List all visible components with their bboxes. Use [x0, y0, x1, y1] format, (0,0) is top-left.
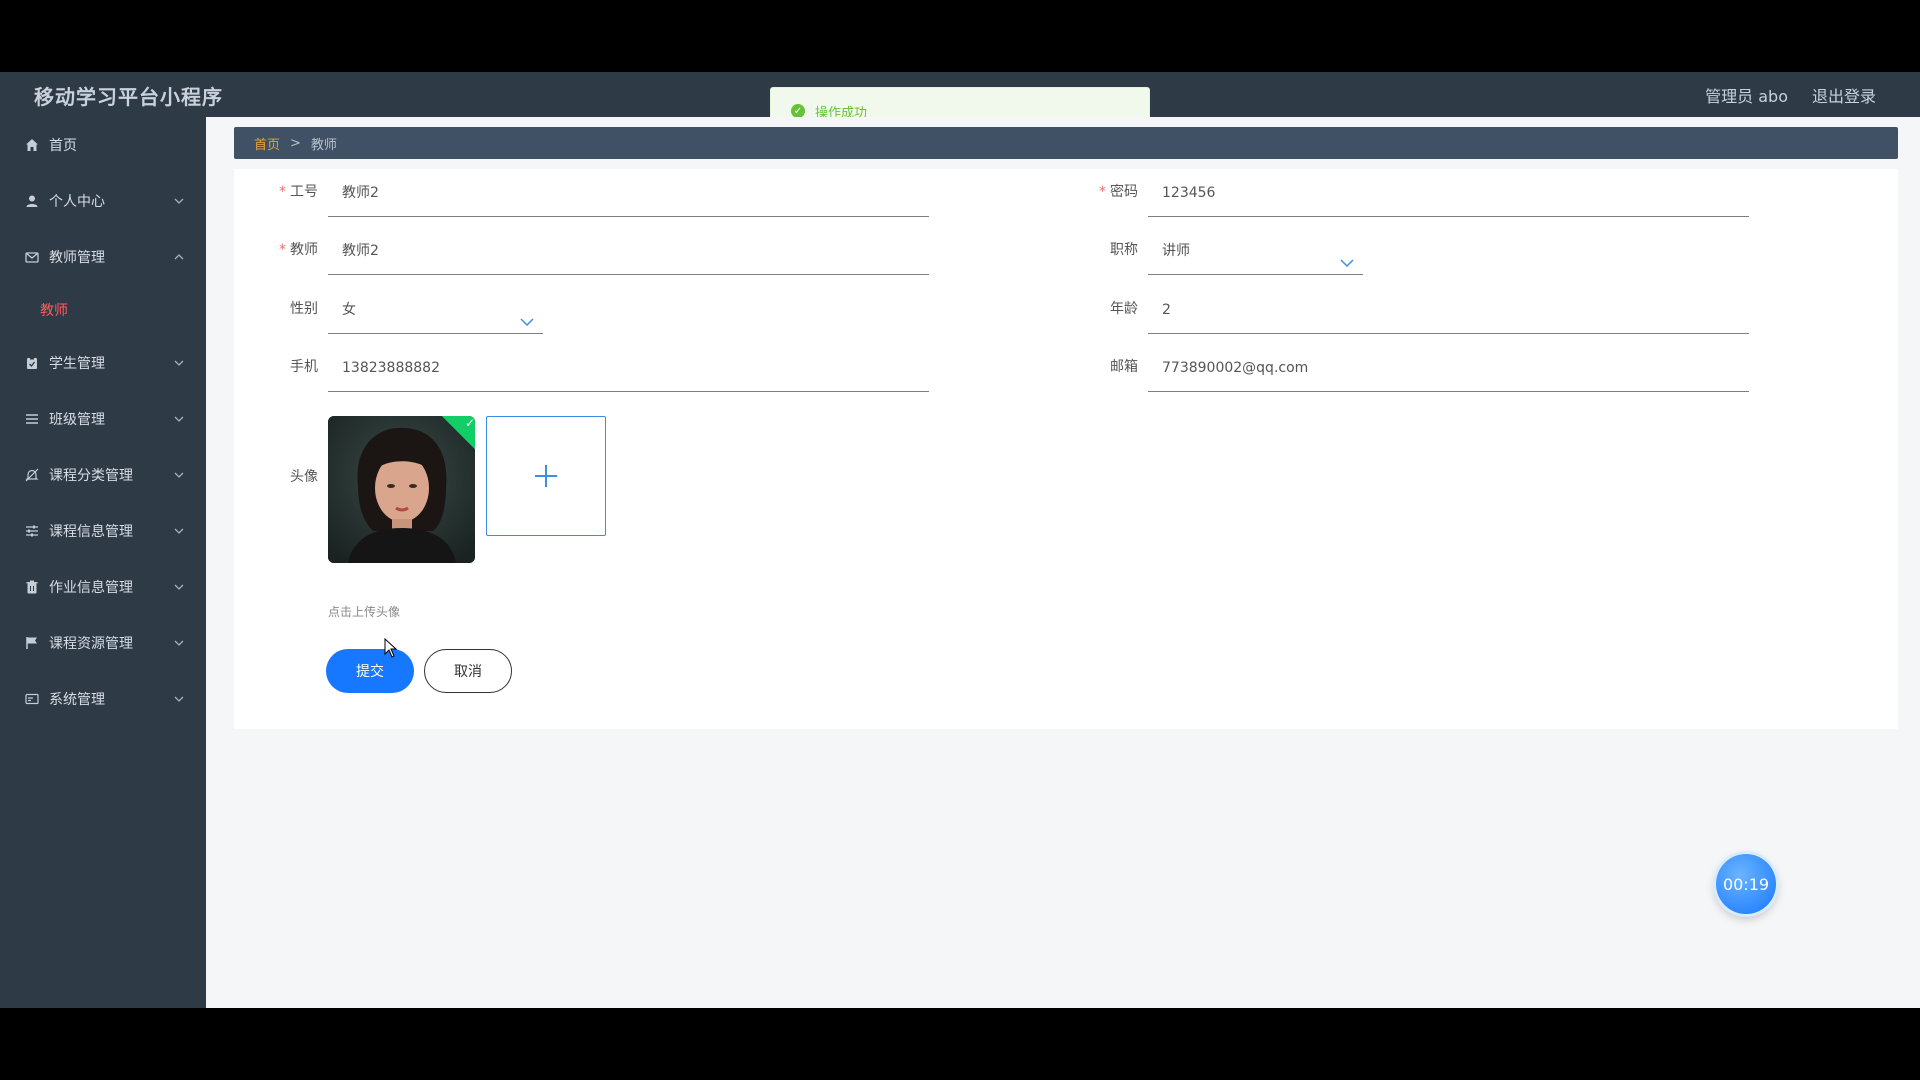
submit-button[interactable]: 提交 — [326, 649, 414, 693]
avatar-upload-hint: 点击上传头像 — [328, 605, 401, 619]
bell-icon — [24, 467, 40, 483]
phone-label: 手机 — [290, 359, 318, 375]
chevron-down-icon — [174, 635, 184, 649]
teacher-name-input[interactable]: 教师2 — [328, 227, 929, 275]
sidebar-item-label: 学生管理 — [49, 356, 105, 372]
user-icon — [24, 193, 40, 209]
phone-input[interactable]: 13823888882 — [328, 344, 929, 392]
gender-field: 性别 女 — [234, 286, 974, 334]
logout-link[interactable]: 退出登录 — [1812, 83, 1876, 107]
flag-icon — [24, 635, 40, 651]
chevron-down-icon — [174, 691, 184, 705]
sidebar-item-course-resource-management[interactable]: 课程资源管理 — [0, 615, 206, 671]
sidebar-item-label: 个人中心 — [49, 194, 105, 210]
breadcrumb-home[interactable]: 首页 — [254, 134, 280, 153]
chevron-down-icon — [174, 355, 184, 369]
sidebar-item-teacher-management[interactable]: 教师管理 — [0, 229, 206, 285]
employee-id-field: * 工号 教师2 — [234, 169, 974, 217]
chevron-down-icon — [519, 302, 535, 327]
chevron-down-icon — [1339, 243, 1355, 268]
avatar-label: 头像 — [290, 469, 318, 485]
sidebar-item-label: 教师管理 — [49, 250, 105, 266]
trash-icon — [24, 579, 40, 595]
chevron-down-icon — [174, 467, 184, 481]
sidebar-item-student-management[interactable]: 学生管理 — [0, 335, 206, 391]
plus-icon — [535, 465, 557, 487]
sidebar-item-label: 班级管理 — [49, 412, 105, 428]
title-select-value: 讲师 — [1162, 243, 1190, 259]
password-input[interactable]: 123456 — [1148, 169, 1749, 217]
check-icon: ✓ — [464, 416, 475, 431]
email-input[interactable]: 773890002@qq.com — [1148, 344, 1749, 392]
age-input[interactable]: 2 — [1148, 286, 1749, 334]
chevron-up-icon — [174, 249, 184, 263]
breadcrumb-current: 教师 — [310, 137, 337, 153]
recording-timer: 00:19 — [1716, 854, 1776, 914]
sidebar-item-course-info-management[interactable]: 课程信息管理 — [0, 503, 206, 559]
gender-label: 性别 — [290, 301, 318, 317]
user-menu: 管理员 abo 退出登录 — [1705, 83, 1876, 107]
app-window: 移动学习平台小程序 管理员 abo 退出登录 ✓ 操作成功 首页 个人中心 教师… — [0, 72, 1920, 1008]
teacher-name-label: * 教师 — [279, 242, 318, 258]
breadcrumb-separator: > — [290, 135, 301, 151]
sidebar-item-label: 课程分类管理 — [49, 468, 133, 484]
sidebar: 首页 个人中心 教师管理 教师 学生管理 班级管理 课程分类管理 课程信息管理 … — [0, 117, 206, 1008]
title-select[interactable]: 讲师 — [1148, 227, 1363, 275]
home-icon — [24, 137, 40, 153]
title-field: 职称 讲师 — [1054, 227, 1794, 275]
sidebar-item-system-management[interactable]: 系统管理 — [0, 671, 206, 727]
list-icon — [24, 411, 40, 427]
email-field: 邮箱 773890002@qq.com — [1054, 344, 1794, 392]
password-field: * 密码 123456 — [1054, 169, 1794, 217]
chevron-down-icon — [174, 193, 184, 207]
app-title: 移动学习平台小程序 — [34, 85, 223, 109]
cancel-button[interactable]: 取消 — [424, 649, 512, 693]
sidebar-item-homework-management[interactable]: 作业信息管理 — [0, 559, 206, 615]
user-label[interactable]: 管理员 abo — [1705, 83, 1788, 107]
teacher-name-field: * 教师 教师2 — [234, 227, 974, 275]
teacher-form: * 工号 教师2 * 密码 123456 * 教师 教师2 职称 讲师 性别 女… — [234, 169, 1898, 729]
chevron-down-icon — [174, 579, 184, 593]
sidebar-item-label: 系统管理 — [49, 692, 105, 708]
gender-select[interactable]: 女 — [328, 286, 543, 334]
add-avatar-button[interactable] — [486, 416, 606, 536]
clipboard-icon — [24, 355, 40, 371]
gender-select-value: 女 — [342, 302, 356, 318]
sidebar-item-label: 课程资源管理 — [49, 636, 133, 652]
email-label: 邮箱 — [1110, 359, 1138, 375]
phone-field: 手机 13823888882 — [234, 344, 974, 392]
avatar-portrait-image — [328, 416, 475, 563]
avatar-field: 头像 ✓ 点击上传头像 — [234, 416, 974, 626]
chevron-down-icon — [174, 523, 184, 537]
age-label: 年龄 — [1110, 301, 1138, 317]
sidebar-item-personal-center[interactable]: 个人中心 — [0, 173, 206, 229]
main-content: 首页 > 教师 *工号 教师2 *密码 123456 *教师 教师2 职称 — [206, 117, 1920, 1008]
age-field: 年龄 2 — [1054, 286, 1794, 334]
sidebar-item-course-category-management[interactable]: 课程分类管理 — [0, 447, 206, 503]
sidebar-item-label: 作业信息管理 — [49, 580, 133, 596]
mouse-cursor-icon — [384, 638, 398, 658]
chevron-down-icon — [174, 411, 184, 425]
avatar-thumbnail[interactable]: ✓ — [328, 416, 475, 563]
mail-icon — [24, 249, 40, 265]
title-label: 职称 — [1110, 242, 1138, 258]
sidebar-item-home[interactable]: 首页 — [0, 117, 206, 173]
sidebar-item-label: 首页 — [49, 138, 77, 154]
card-icon — [24, 691, 40, 707]
sidebar-subitem-teacher[interactable]: 教师 — [0, 285, 206, 335]
employee-id-label: * 工号 — [279, 184, 318, 200]
success-check-icon: ✓ — [791, 104, 805, 118]
sidebar-item-label: 课程信息管理 — [49, 524, 133, 540]
password-label: * 密码 — [1099, 184, 1138, 200]
sliders-icon — [24, 523, 40, 539]
breadcrumb: 首页 > 教师 — [234, 127, 1898, 159]
sidebar-item-class-management[interactable]: 班级管理 — [0, 391, 206, 447]
employee-id-input[interactable]: 教师2 — [328, 169, 929, 217]
